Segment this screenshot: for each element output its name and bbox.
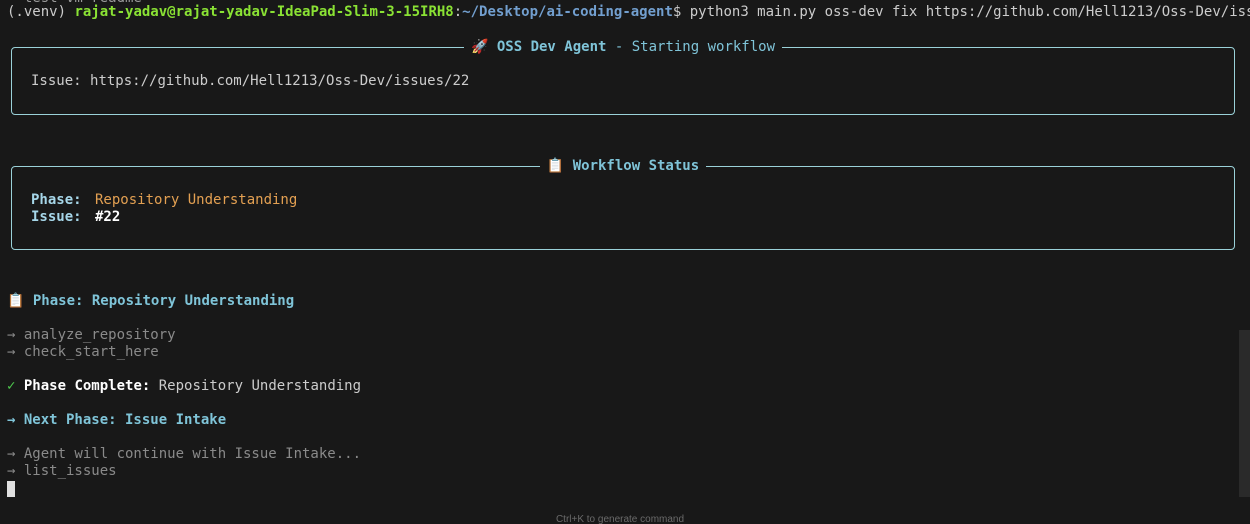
tool-call-line: → check_start_here xyxy=(7,344,159,360)
clipboard-icon: 📋 xyxy=(7,293,25,309)
command-prompt-line: (.venv) rajat-yadav@rajat-yadav-IdeaPad-… xyxy=(7,4,1250,21)
tool-call-line: → list_issues xyxy=(7,463,117,479)
issue-url: https://github.com/Hell1213/Oss-Dev/issu… xyxy=(90,73,470,89)
tool-call-line: → Agent will continue with Issue Intake.… xyxy=(7,446,362,462)
issue-row: Issue: #22 xyxy=(31,209,120,226)
text-cursor xyxy=(7,481,15,497)
rocket-icon: 🚀 xyxy=(470,39,489,55)
prompt-user-host: rajat-yadav@rajat-yadav-IdeaPad-Slim-3-1… xyxy=(74,4,454,20)
prompt-path: ~/Desktop/ai-coding-agent xyxy=(462,4,673,20)
prompt-symbol: $ xyxy=(672,4,690,20)
tool-call-line: → analyze_repository xyxy=(7,327,176,343)
oss-dev-agent-panel: 🚀 OSS Dev Agent - Starting workflow Issu… xyxy=(11,39,1235,115)
terminal-window[interactable]: test-vm-readme (.venv) rajat-yadav@rajat… xyxy=(0,0,1250,524)
panel-title: 📋 Workflow Status xyxy=(12,157,1234,175)
phase-complete-label: Phase Complete: xyxy=(23,378,151,394)
issue-value: #22 xyxy=(95,209,121,225)
phase-label: Phase: xyxy=(31,192,82,208)
phase-header-text: Phase: Repository Understanding xyxy=(32,293,295,309)
workflow-status-panel: 📋 Workflow Status Phase: Repository Under… xyxy=(11,158,1235,250)
clipboard-icon: 📋 xyxy=(546,158,565,174)
panel-title-text: Workflow Status xyxy=(572,158,700,174)
panel-title-text: OSS Dev Agent xyxy=(496,39,607,55)
issue-label: Issue: xyxy=(31,73,91,89)
phase-value: Repository Understanding xyxy=(95,192,298,208)
next-phase-line: → Next Phase: Issue Intake xyxy=(7,412,227,428)
panel-title: 🚀 OSS Dev Agent - Starting workflow xyxy=(12,38,1234,56)
generate-command-hint: Ctrl+K to generate command xyxy=(555,514,685,524)
panel-subtitle: - Starting workflow xyxy=(606,39,776,55)
venv-indicator: (.venv) xyxy=(7,4,75,20)
prompt-separator: : xyxy=(453,4,463,20)
scrollbar[interactable] xyxy=(1239,330,1250,497)
phase-complete-line: ✓ Phase Complete: Repository Understandi… xyxy=(7,378,361,395)
check-icon: ✓ xyxy=(7,378,16,394)
panel-issue-line: Issue: https://github.com/Hell1213/Oss-D… xyxy=(31,73,469,90)
phase-complete-value: Repository Understanding xyxy=(150,378,362,394)
command-text: python3 main.py oss-dev fix https://gith… xyxy=(689,4,1250,20)
issue-label: Issue: xyxy=(31,209,82,225)
phase-row: Phase: Repository Understanding xyxy=(31,192,297,209)
phase-header: 📋 Phase: Repository Understanding xyxy=(7,293,294,310)
